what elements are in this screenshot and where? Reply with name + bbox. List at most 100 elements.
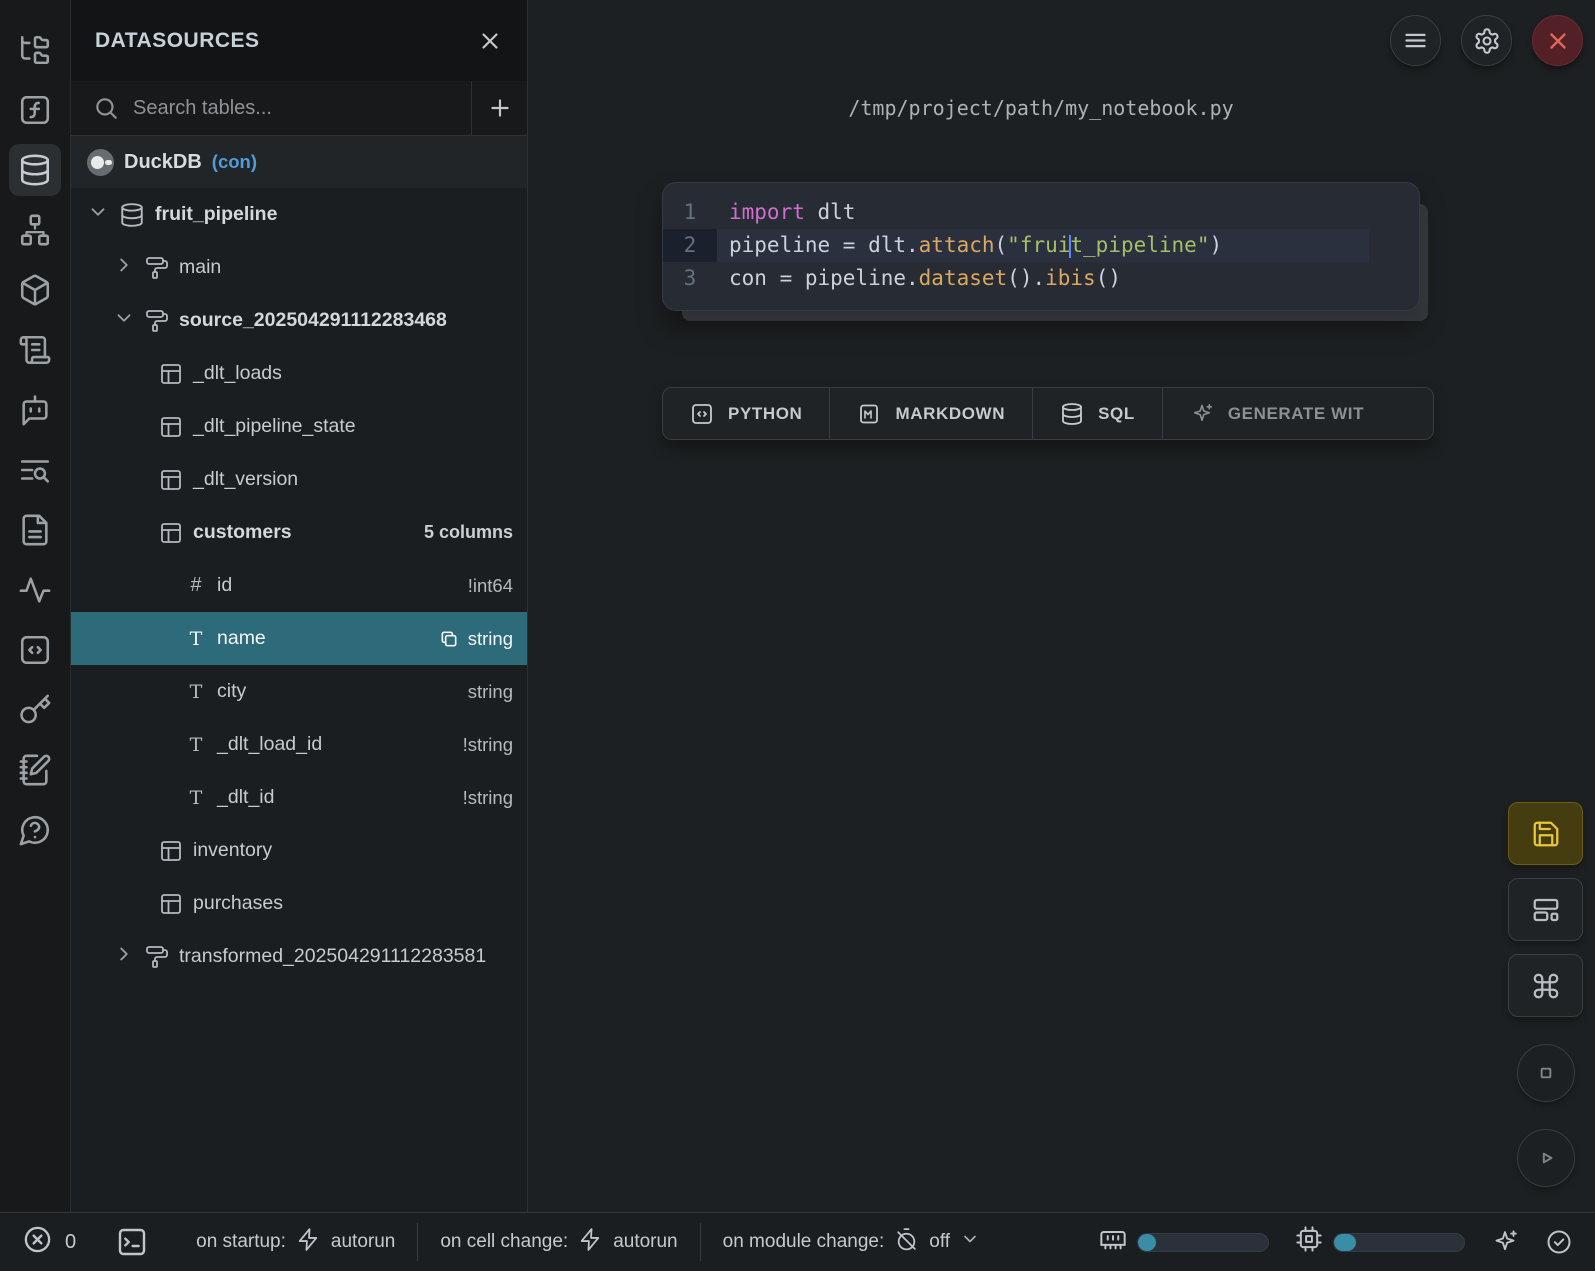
help-bubble-icon <box>18 813 52 847</box>
sidebar-functions-button[interactable] <box>9 84 61 136</box>
sidebar-logs-button[interactable] <box>9 444 61 496</box>
panel-title: DATASOURCES <box>95 29 260 53</box>
datasource-tree: DuckDB (con) fruit_pipelinemain source_2025… <box>71 136 527 1212</box>
tree-row--dlt-loads[interactable]: _dlt_loads <box>71 347 527 400</box>
close-icon <box>1545 28 1571 54</box>
code-square-icon <box>690 402 714 426</box>
run-button[interactable] <box>1517 1129 1575 1187</box>
tree-label: _dlt_load_id <box>217 733 322 756</box>
sitemap-icon <box>18 213 52 247</box>
notebook-pen-icon <box>18 753 52 787</box>
search-input[interactable] <box>133 97 457 120</box>
add-datasource-button[interactable] <box>487 95 513 121</box>
table-icon <box>159 468 183 492</box>
add-generate-ai-cell-button[interactable]: GENERATE WIT <box>1163 388 1433 439</box>
tree-row--dlt-version[interactable]: _dlt_version <box>71 453 527 506</box>
sidebar-help-button[interactable] <box>9 804 61 856</box>
activity-bar <box>0 0 71 1212</box>
add-python-cell-button[interactable]: PYTHON <box>663 388 830 439</box>
tree-row-source-202504291112283468[interactable]: source_202504291112283468 <box>71 294 527 347</box>
sidebar-file-tree-button[interactable] <box>9 24 61 76</box>
connection-badge: (con) <box>212 151 257 173</box>
tree-row-meta: 5 columns <box>424 522 513 543</box>
tree-row-fruit-pipeline[interactable]: fruit_pipeline <box>71 188 527 241</box>
sidebar-chat-button[interactable] <box>9 384 61 436</box>
on-startup-setting[interactable]: on startup: autorun <box>174 1227 417 1258</box>
tree-row--dlt-pipeline-state[interactable]: _dlt_pipeline_state <box>71 400 527 453</box>
tree-row-main[interactable]: main <box>71 241 527 294</box>
plus-icon <box>487 95 513 121</box>
shutdown-button[interactable] <box>1532 15 1583 66</box>
save-icon <box>1531 819 1561 849</box>
code-cell[interactable]: 1 import dlt 2 pipeline = dlt.attach("fr… <box>662 182 1420 311</box>
layout-icon <box>1531 895 1561 925</box>
chevron-right-icon <box>113 254 135 276</box>
line-number: 1 <box>663 196 717 229</box>
sidebar-snippets-button[interactable] <box>9 624 61 676</box>
zap-icon <box>296 1227 321 1252</box>
code-line-3[interactable]: 3 con = pipeline.dataset().ibis() <box>663 262 1419 295</box>
tree-row-meta: string <box>468 681 513 703</box>
tree-row-inventory[interactable]: inventory <box>71 824 527 877</box>
add-sql-cell-button[interactable]: SQL <box>1033 388 1163 439</box>
stop-square-icon <box>1533 1060 1559 1086</box>
tree-row--dlt-id[interactable]: T_dlt_id!string <box>71 771 527 824</box>
tree-row-name[interactable]: Tnamestring <box>71 612 527 665</box>
list-search-icon <box>18 453 52 487</box>
chevron-right-icon <box>113 943 135 965</box>
line-number: 3 <box>663 262 717 295</box>
panel-close-button[interactable] <box>477 28 503 54</box>
app-window: DATASOURCES DuckDB (con) fruit_pipelinemai… <box>0 0 1595 1212</box>
sidebar-scratchpad-button[interactable] <box>9 324 61 376</box>
stop-button[interactable] <box>1517 1044 1575 1102</box>
tree-label: main <box>179 256 221 279</box>
tree-row-duckdb[interactable]: DuckDB (con) <box>71 136 527 188</box>
tree-row-purchases[interactable]: purchases <box>71 877 527 930</box>
floating-actions <box>1508 802 1583 1187</box>
tree-row--dlt-load-id[interactable]: T_dlt_load_id!string <box>71 718 527 771</box>
settings-button[interactable] <box>1461 15 1512 66</box>
sidebar-notebook-button[interactable] <box>9 744 61 796</box>
sidebar-documentation-button[interactable] <box>9 504 61 556</box>
paint-roller-icon <box>145 945 169 969</box>
add-markdown-cell-button[interactable]: MARKDOWN <box>830 388 1033 439</box>
tree-row-city[interactable]: Tcitystring <box>71 665 527 718</box>
close-icon <box>477 28 503 54</box>
tree-row-id[interactable]: #id!int64 <box>71 559 527 612</box>
tree-row-customers[interactable]: customers5 columns <box>71 506 527 559</box>
sidebar-packages-button[interactable] <box>9 264 61 316</box>
sidebar-tracing-button[interactable] <box>9 564 61 616</box>
command-palette-button[interactable] <box>1508 954 1583 1017</box>
terminal-button[interactable] <box>116 1226 148 1258</box>
notebook-area: /tmp/project/path/my_notebook.py 1 impor… <box>528 0 1595 1212</box>
ai-assistant-button[interactable] <box>1491 1228 1519 1256</box>
tree-label: name <box>217 627 266 650</box>
ram-icon <box>1099 1225 1127 1253</box>
sidebar-secrets-button[interactable] <box>9 684 61 736</box>
tree-row-transformed-202504291112283581[interactable]: transformed_202504291112283581 <box>71 930 527 983</box>
button-label: PYTHON <box>728 404 802 424</box>
sidebar-datasources-button[interactable] <box>9 144 61 196</box>
on-cell-change-setting[interactable]: on cell change: autorun <box>418 1227 699 1258</box>
key-icon <box>18 693 52 727</box>
tree-row-meta: string <box>439 628 513 650</box>
text-type-icon: T <box>185 787 207 809</box>
sidebar-dependencies-button[interactable] <box>9 204 61 256</box>
memory-meter <box>1099 1225 1269 1259</box>
save-button[interactable] <box>1508 802 1583 865</box>
button-label: SQL <box>1098 404 1135 424</box>
check-circle-icon <box>1545 1228 1573 1256</box>
on-module-change-setting[interactable]: on module change: off <box>701 1227 1002 1258</box>
menu-button[interactable] <box>1390 15 1441 66</box>
tree-label: DuckDB <box>124 151 202 174</box>
sparkles-icon <box>1190 402 1214 426</box>
table-icon <box>159 892 183 916</box>
button-label: MARKDOWN <box>895 404 1005 424</box>
code-line-2[interactable]: 2 pipeline = dlt.attach("fruit_pipeline"… <box>663 229 1419 262</box>
layout-button[interactable] <box>1508 878 1583 941</box>
code-line-1[interactable]: 1 import dlt <box>663 196 1419 229</box>
line-number: 2 <box>663 229 717 262</box>
add-cell-toolbar: PYTHON MARKDOWN SQL GENERATE WIT <box>662 387 1434 440</box>
connection-status-button[interactable] <box>1545 1228 1573 1256</box>
setting-label: on startup: <box>196 1231 286 1253</box>
